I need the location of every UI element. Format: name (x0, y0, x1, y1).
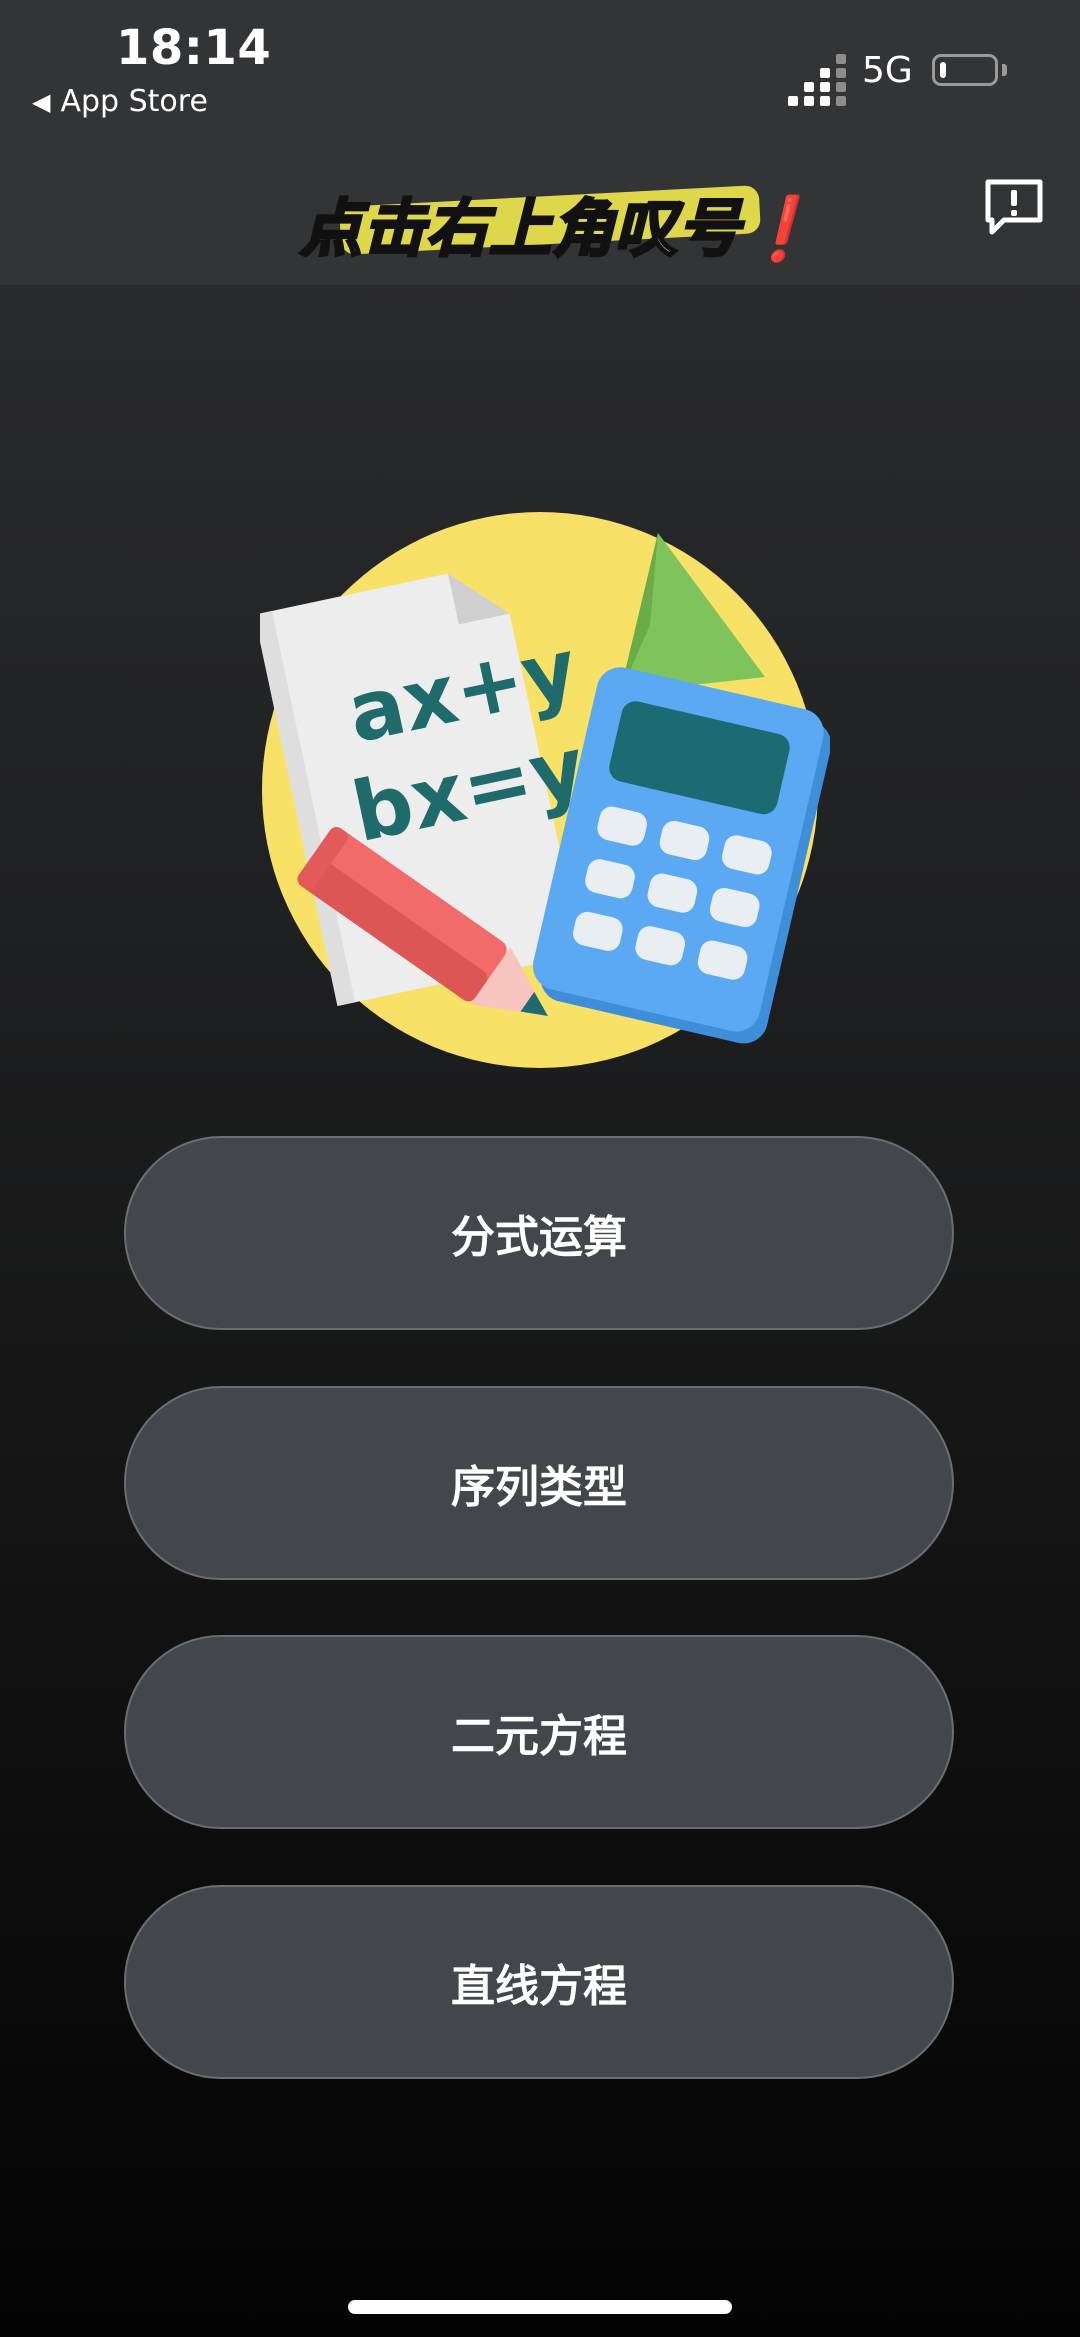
menu-button-sequence-types[interactable]: 序列类型 (124, 1386, 954, 1580)
home-indicator[interactable] (348, 2300, 732, 2314)
feedback-exclamation-icon[interactable] (982, 176, 1046, 240)
overlay-title: 点击右上角叹号❗️ (298, 191, 820, 267)
back-app-label: App Store (60, 84, 208, 119)
battery-tip (1002, 64, 1007, 76)
status-bar: 18:14 ◀ App Store 5G (0, 0, 1080, 140)
battery-level (940, 62, 946, 78)
back-to-app-store-link[interactable]: ◀ App Store (32, 84, 208, 119)
network-type: 5G (862, 50, 913, 91)
menu-button-binary-equations[interactable]: 二元方程 (124, 1635, 954, 1829)
battery-icon (932, 54, 998, 86)
menu-button-fraction-operations[interactable]: 分式运算 (124, 1136, 954, 1330)
cellular-signal-icon (788, 54, 846, 106)
overlay-sticker: 点击右上角叹号❗️ (298, 170, 820, 267)
math-hero-illustration: ax+y bx=y (254, 505, 832, 1075)
menu-button-line-equations[interactable]: 直线方程 (124, 1885, 954, 2079)
back-triangle-icon: ◀ (32, 87, 51, 116)
status-time: 18:14 (116, 20, 272, 76)
